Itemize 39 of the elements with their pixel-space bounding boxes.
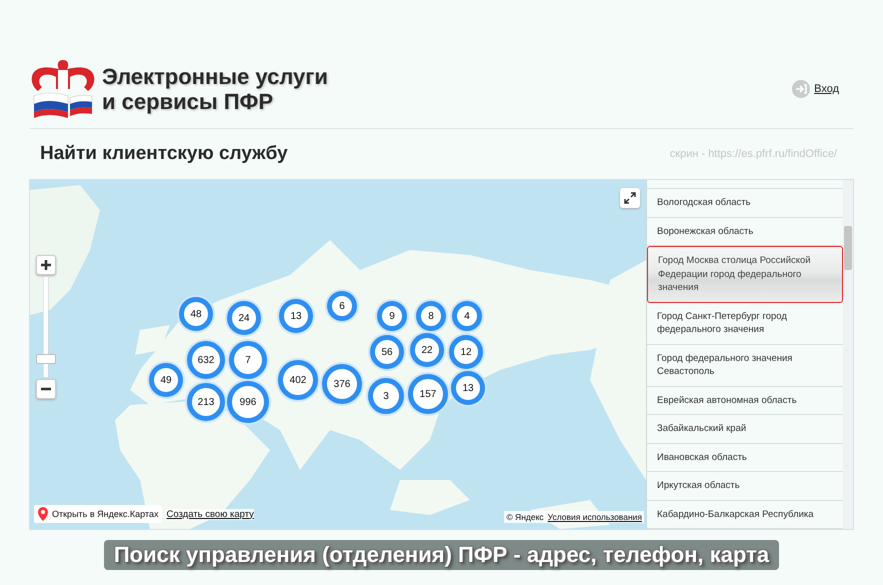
cluster-marker[interactable]: 48 — [179, 297, 213, 331]
cluster-marker[interactable]: 213 — [187, 383, 225, 421]
site-title: Электронные услуги — [102, 64, 329, 89]
site-title: и сервисы ПФР — [102, 89, 274, 114]
cluster-marker[interactable]: 49 — [149, 363, 183, 397]
zoom-out-button[interactable] — [36, 379, 56, 399]
image-caption: Поиск управления (отделения) ПФР - адрес, телефон, карта — [104, 540, 780, 570]
map-pin-icon — [38, 507, 48, 521]
copyright-text: © Яндекс — [506, 512, 544, 522]
fullscreen-button[interactable] — [620, 188, 640, 208]
scrollbar[interactable] — [843, 180, 853, 529]
cluster-marker[interactable]: 632 — [187, 341, 225, 379]
cluster-marker[interactable]: 7 — [229, 341, 267, 379]
terms-link[interactable]: Условия использования — [548, 512, 642, 522]
cluster-marker[interactable]: 6 — [327, 291, 357, 321]
page-heading: Найти клиентскую службу — [40, 143, 288, 165]
expand-icon — [624, 192, 636, 204]
cluster-marker[interactable]: 22 — [410, 333, 444, 367]
cluster-marker[interactable]: 402 — [278, 360, 318, 400]
cluster-marker[interactable]: 13 — [279, 299, 313, 333]
zoom-slider-handle[interactable] — [36, 354, 56, 364]
cluster-marker[interactable]: 8 — [416, 301, 446, 331]
login-link[interactable]: Вход — [792, 80, 839, 98]
logo-icon — [30, 58, 96, 120]
cluster-marker[interactable]: 56 — [370, 335, 404, 369]
cluster-marker[interactable]: 24 — [227, 301, 261, 335]
cluster-marker[interactable]: 13 — [451, 371, 485, 405]
region-list-item[interactable]: Город Москва столица Российской Федерации город федерального значения — [647, 246, 843, 302]
cluster-marker[interactable]: 3 — [368, 378, 404, 414]
login-icon — [792, 80, 810, 98]
cluster-marker[interactable]: 157 — [408, 374, 448, 414]
cluster-marker[interactable]: 4 — [452, 301, 482, 331]
cluster-marker[interactable]: 9 — [377, 301, 407, 331]
zoom-in-button[interactable] — [36, 255, 56, 275]
open-in-maps-link[interactable]: Открыть в Яндекс.Картах — [34, 505, 162, 523]
create-map-link[interactable]: Создать свою карту — [166, 508, 254, 520]
cluster-marker[interactable]: 376 — [322, 364, 362, 404]
plus-icon — [40, 259, 52, 271]
cluster-marker[interactable]: 12 — [449, 335, 483, 369]
